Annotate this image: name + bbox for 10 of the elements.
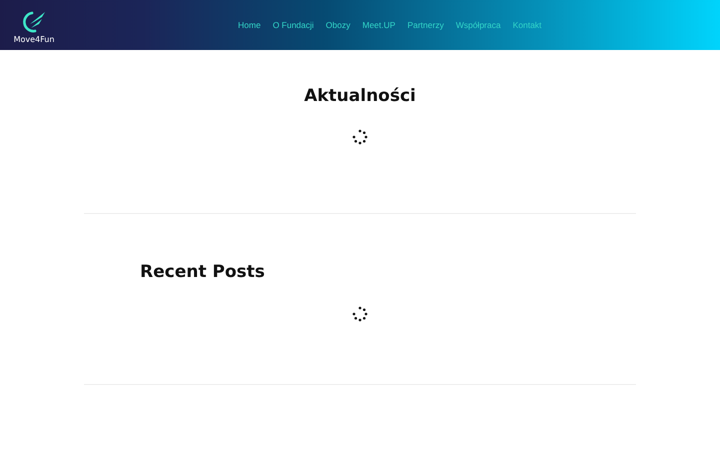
nav-link[interactable]: Współpraca [456, 20, 501, 30]
wing-logo-icon[interactable] [21, 10, 47, 34]
nav-link[interactable]: Obozy [326, 20, 350, 30]
nav-link[interactable]: Home [238, 20, 261, 30]
section-title: Recent Posts [139, 262, 266, 282]
nav-link[interactable]: Meet.UP [362, 20, 396, 30]
nav-link[interactable]: O Fundacji [272, 20, 314, 30]
logo-text[interactable]: Move4Fun [14, 35, 54, 44]
section-title: Aktualności [303, 86, 417, 106]
nav-link[interactable]: Partnerzy [407, 20, 444, 30]
